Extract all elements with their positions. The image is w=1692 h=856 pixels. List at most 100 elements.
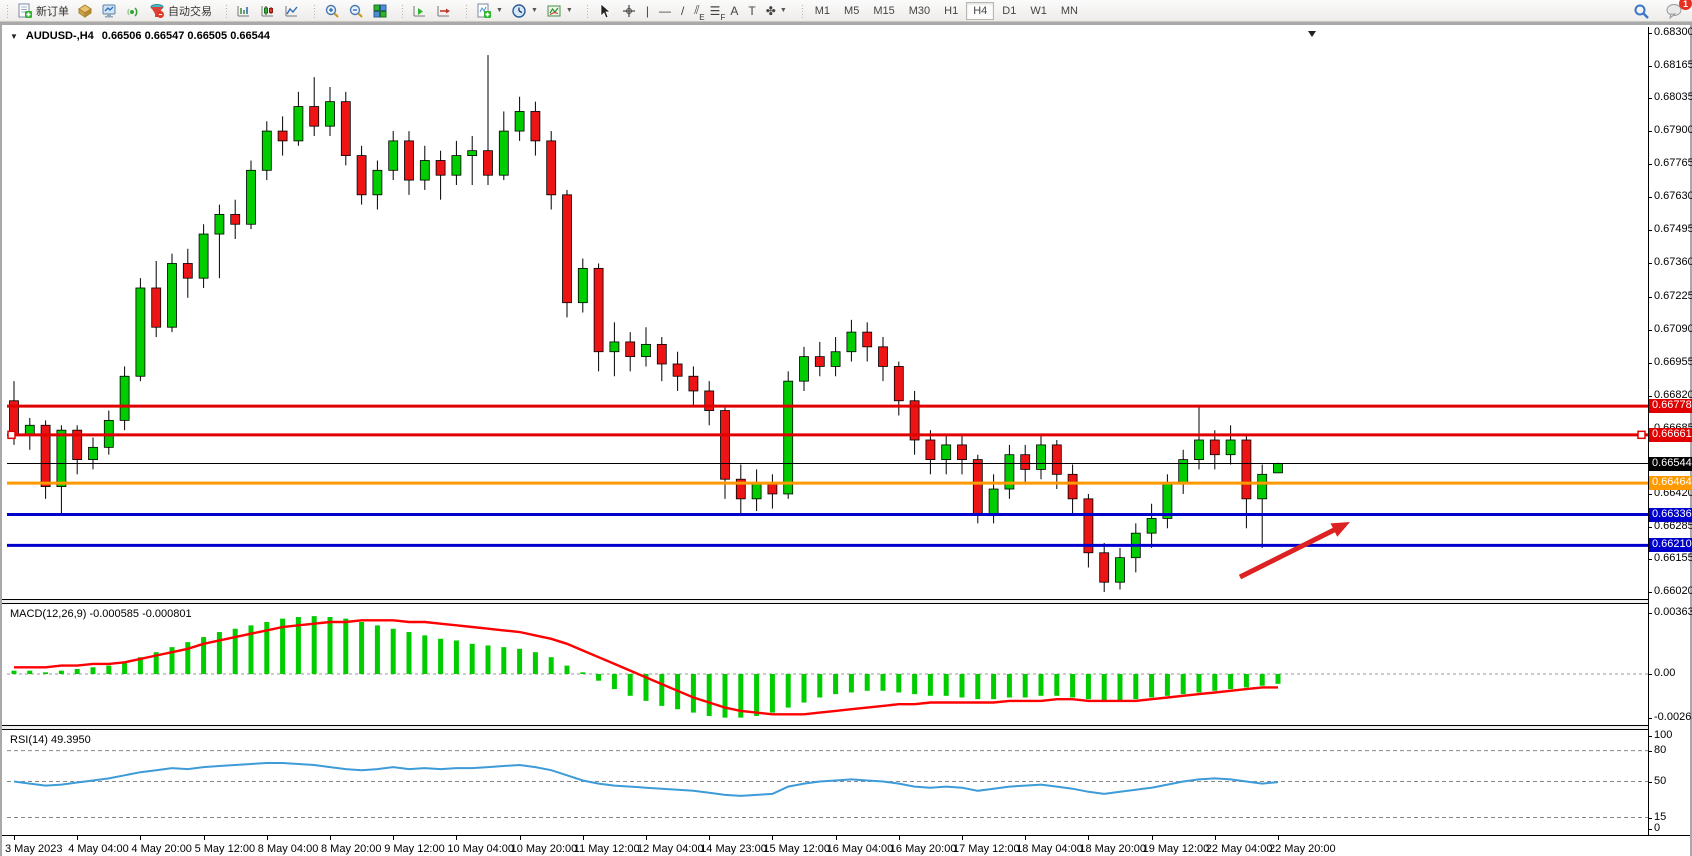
bull-candle: [1037, 445, 1046, 470]
bull-candle: [1147, 518, 1156, 533]
bear-candle: [894, 366, 903, 400]
time-axis-tick: [646, 836, 647, 840]
bear-candle: [341, 102, 350, 156]
bull-candle: [262, 131, 271, 170]
bear-candle: [973, 460, 982, 514]
axis-tick: [1648, 263, 1652, 264]
bear-candle: [405, 141, 414, 180]
bull-candle: [784, 381, 793, 494]
bull-candle: [389, 141, 398, 170]
axis-tick: [1648, 197, 1652, 198]
axis-tick: [1648, 613, 1652, 614]
axis-tick: [1648, 782, 1652, 783]
panel-divider: [2, 603, 1648, 604]
bull-candle: [1195, 440, 1204, 460]
time-axis-tick: [330, 836, 331, 840]
time-axis-tick: [1088, 836, 1089, 840]
axis-tick: [1648, 674, 1652, 675]
price-tick-label: 0.67630: [1654, 190, 1692, 202]
axis-tick: [1648, 230, 1652, 231]
line-selection-handle[interactable]: [8, 431, 15, 438]
price-tick-label: 0.66020: [1654, 585, 1692, 597]
bear-candle: [879, 347, 888, 367]
axis-tick: [1648, 527, 1652, 528]
macd-panel-canvas[interactable]: [2, 603, 1648, 727]
bull-candle: [168, 263, 177, 327]
line-selection-handle[interactable]: [1638, 431, 1645, 438]
bear-candle: [1210, 440, 1219, 455]
time-tick-label: 17 May 12:00: [953, 843, 1020, 855]
chart-shift-marker[interactable]: [1308, 31, 1316, 37]
macd-tick-label: 0.003635: [1654, 606, 1692, 618]
bull-candle: [1274, 464, 1283, 473]
time-axis[interactable]: 3 May 20234 May 04:004 May 20:005 May 12…: [2, 836, 1690, 856]
axis-tick: [1648, 330, 1652, 331]
macd-tick-label: -0.00263: [1654, 711, 1692, 723]
price-tick-label: 0.67765: [1654, 157, 1692, 169]
notifications-button[interactable]: 1: [1662, 1, 1688, 21]
bull-candle: [468, 151, 477, 156]
panel-divider: [2, 835, 1690, 836]
bull-candle: [89, 447, 98, 459]
rsi-panel-canvas[interactable]: [2, 729, 1648, 837]
bull-candle: [373, 170, 382, 195]
bull-candle: [1116, 558, 1125, 583]
time-axis-tick: [709, 836, 710, 840]
bear-candle: [1242, 440, 1251, 499]
bear-candle: [863, 332, 872, 347]
price-line-badge: 0.66778: [1649, 399, 1692, 413]
bull-candle: [420, 160, 429, 180]
axis-tick: [1648, 33, 1652, 34]
axis-tick: [1648, 559, 1652, 560]
time-tick-label: 5 May 12:00: [195, 843, 256, 855]
bull-candle: [136, 288, 145, 376]
rsi-line: [14, 763, 1278, 796]
time-axis-tick: [520, 836, 521, 840]
bull-candle: [752, 484, 761, 499]
time-tick-label: 16 May 20:00: [890, 843, 957, 855]
bear-candle: [1021, 455, 1030, 470]
bull-candle: [452, 156, 461, 176]
time-tick-label: 14 May 23:00: [700, 843, 767, 855]
price-line-badge: 0.66464: [1649, 476, 1692, 490]
axis-tick: [1648, 297, 1652, 298]
time-tick-label: 16 May 04:00: [827, 843, 894, 855]
trend-arrow-object[interactable]: [1240, 528, 1337, 577]
bull-candle: [942, 445, 951, 460]
bull-candle: [578, 268, 587, 302]
price-chart-canvas[interactable]: [2, 3, 1648, 599]
bear-candle: [1068, 474, 1077, 499]
bear-candle: [436, 160, 445, 175]
bear-candle: [768, 484, 777, 494]
rsi-tick-label: 50: [1654, 775, 1666, 787]
price-tick-label: 0.67360: [1654, 256, 1692, 268]
price-tick-label: 0.68300: [1654, 26, 1692, 38]
bear-candle: [310, 107, 319, 127]
time-axis-tick: [899, 836, 900, 840]
price-tick-label: 0.68035: [1654, 91, 1692, 103]
rsi-tick-label: 100: [1654, 729, 1672, 741]
price-line-badge: 0.66544: [1649, 457, 1692, 471]
notification-badge: 1: [1679, 0, 1692, 10]
bull-candle: [831, 352, 840, 367]
bear-candle: [673, 364, 682, 376]
price-tick-label: 0.66155: [1654, 552, 1692, 564]
time-tick-label: 22 May 20:00: [1269, 843, 1336, 855]
time-tick-label: 15 May 12:00: [763, 843, 830, 855]
axis-tick: [1648, 718, 1652, 719]
bear-candle: [594, 268, 603, 351]
bull-candle: [215, 214, 224, 234]
axis-tick: [1648, 98, 1652, 99]
time-tick-label: 4 May 04:00: [68, 843, 129, 855]
bear-candle: [626, 342, 635, 357]
time-tick-label: 19 May 12:00: [1143, 843, 1210, 855]
price-tick-label: 0.67495: [1654, 223, 1692, 235]
time-tick-label: 8 May 04:00: [258, 843, 319, 855]
bear-candle: [357, 156, 366, 195]
bull-candle: [515, 111, 524, 131]
bull-candle: [120, 376, 129, 420]
axis-tick: [1648, 363, 1652, 364]
time-tick-label: 8 May 20:00: [321, 843, 382, 855]
bull-candle: [847, 332, 856, 352]
bear-candle: [231, 214, 240, 224]
